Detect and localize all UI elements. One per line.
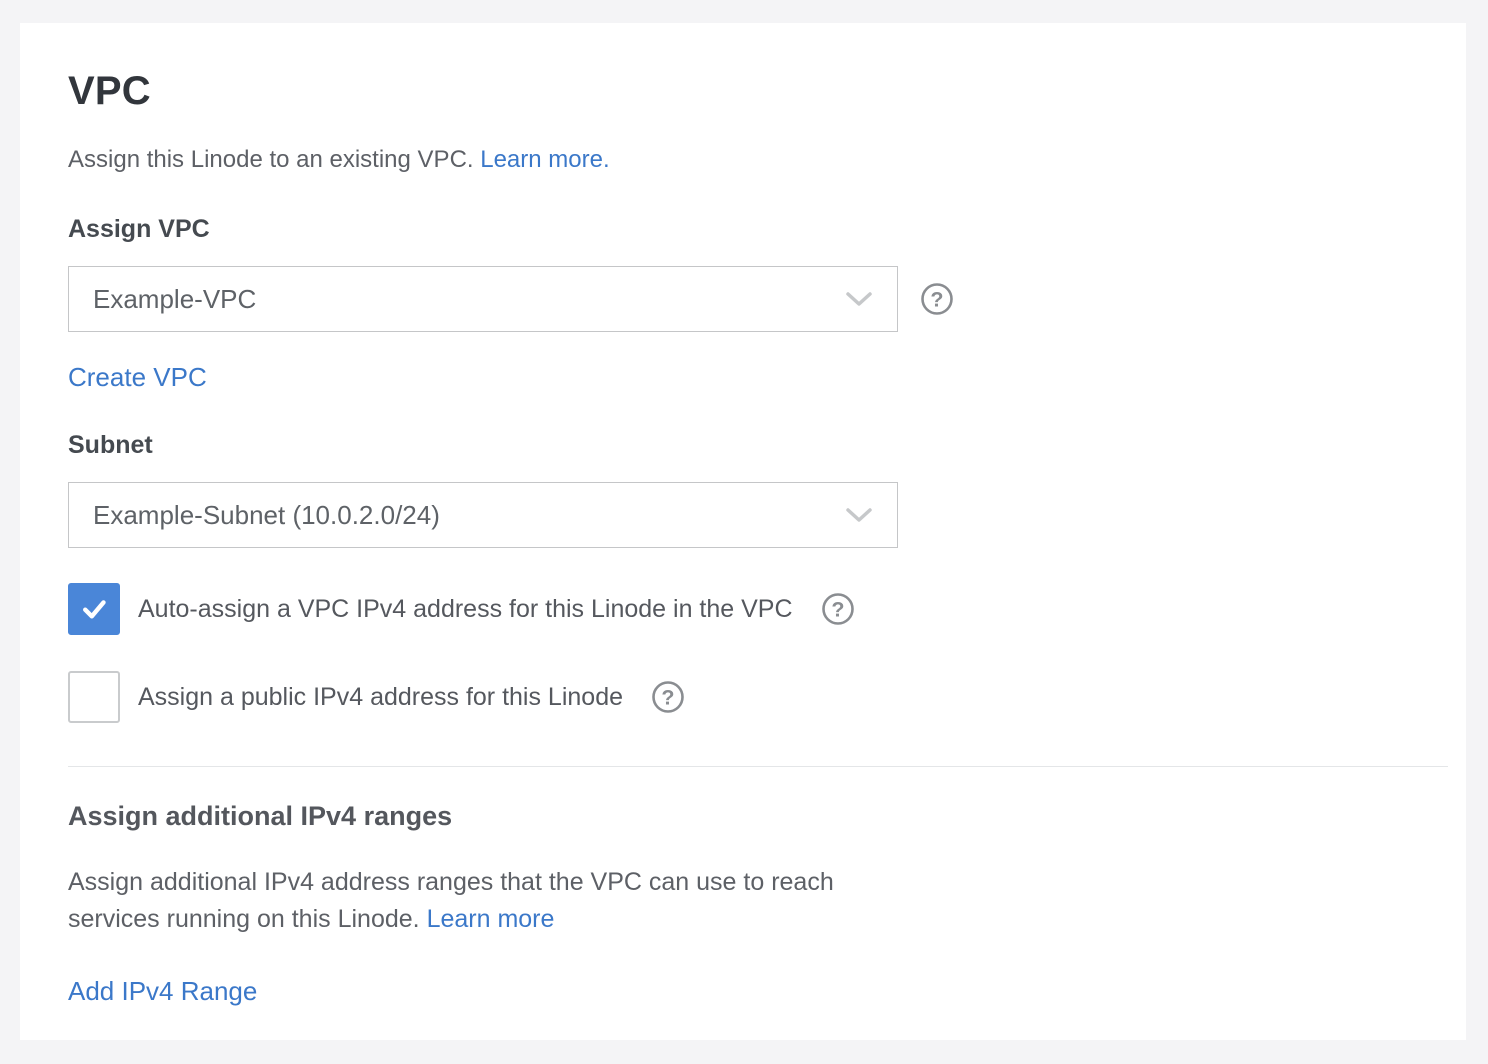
section-divider: [68, 766, 1448, 767]
ranges-learn-more-link[interactable]: Learn more: [427, 905, 555, 933]
checkmark-icon: [75, 590, 113, 628]
public-ip-help-icon[interactable]: ?: [651, 680, 685, 714]
subnet-select[interactable]: Example-Subnet (10.0.2.0/24): [68, 482, 898, 548]
vpc-select-value: Example-VPC: [93, 284, 256, 315]
subnet-label: Subnet: [68, 431, 1418, 460]
svg-text:?: ?: [930, 288, 943, 312]
ranges-description: Assign additional IPv4 address ranges th…: [68, 864, 913, 938]
chevron-down-icon: [845, 291, 873, 307]
svg-text:?: ?: [831, 598, 844, 622]
assign-vpc-label: Assign VPC: [68, 215, 1418, 244]
vpc-help-icon[interactable]: ?: [920, 282, 954, 316]
learn-more-link[interactable]: Learn more.: [480, 146, 609, 173]
svg-text:?: ?: [661, 686, 674, 710]
ranges-title: Assign additional IPv4 ranges: [68, 801, 1418, 832]
vpc-panel: VPC Assign this Linode to an existing VP…: [20, 23, 1466, 1040]
subnet-select-value: Example-Subnet (10.0.2.0/24): [93, 500, 440, 531]
assign-vpc-row: Example-VPC ?: [68, 266, 1418, 332]
auto-assign-help-icon[interactable]: ?: [821, 592, 855, 626]
subnet-row: Example-Subnet (10.0.2.0/24): [68, 482, 1418, 548]
auto-assign-checkbox[interactable]: [68, 583, 120, 635]
vpc-select[interactable]: Example-VPC: [68, 266, 898, 332]
auto-assign-row: Auto-assign a VPC IPv4 address for this …: [68, 583, 1418, 635]
panel-description-text: Assign this Linode to an existing VPC.: [68, 146, 474, 173]
add-ipv4-range-link[interactable]: Add IPv4 Range: [68, 976, 257, 1007]
chevron-down-icon: [845, 507, 873, 523]
public-ip-label[interactable]: Assign a public IPv4 address for this Li…: [138, 683, 623, 712]
panel-description: Assign this Linode to an existing VPC. L…: [68, 143, 1418, 177]
panel-title: VPC: [68, 67, 1418, 115]
create-vpc-link[interactable]: Create VPC: [68, 362, 207, 393]
public-ip-row: Assign a public IPv4 address for this Li…: [68, 671, 1418, 723]
auto-assign-label[interactable]: Auto-assign a VPC IPv4 address for this …: [138, 595, 793, 624]
public-ip-checkbox[interactable]: [68, 671, 120, 723]
